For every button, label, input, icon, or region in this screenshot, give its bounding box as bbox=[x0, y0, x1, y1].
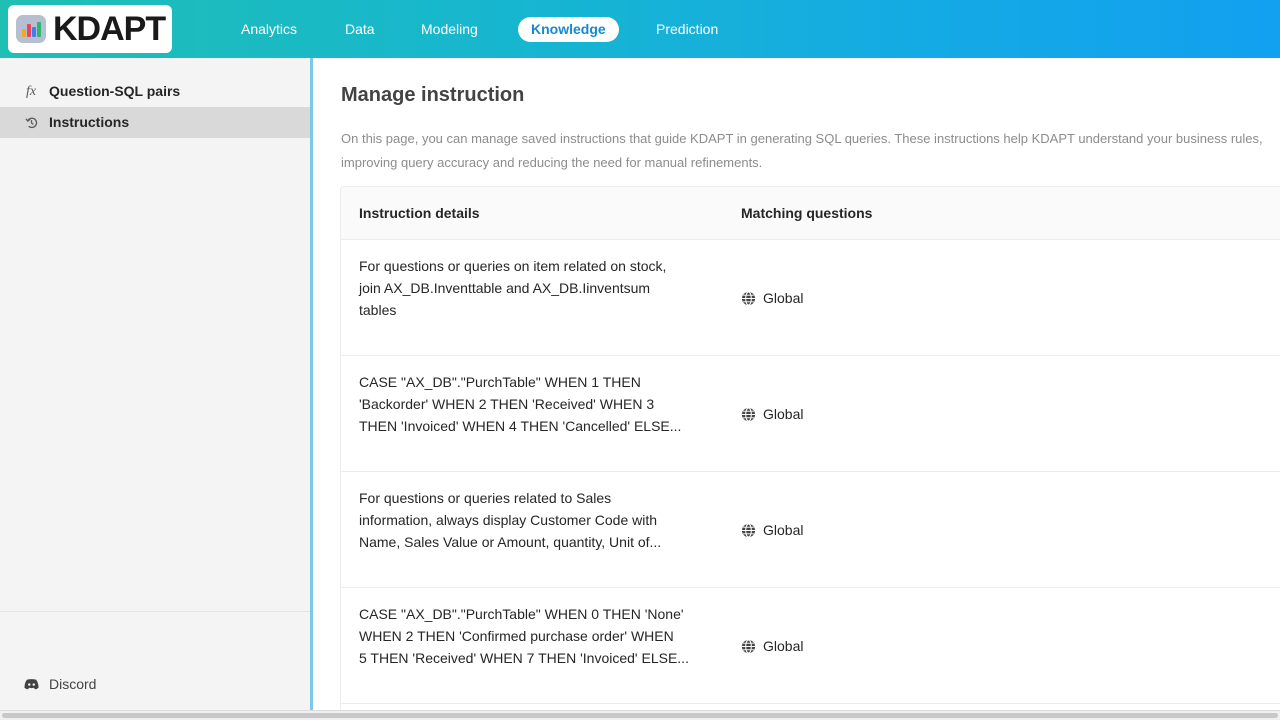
instruction-line: Name, Sales Value or Amount, quantity, U… bbox=[359, 534, 662, 550]
instructions-icon bbox=[23, 107, 39, 138]
main-content: Manage instruction On this page, you can… bbox=[313, 58, 1280, 710]
table-row[interactable]: For questions or queries related to Sale… bbox=[341, 472, 1280, 588]
matching-questions-cell: Global bbox=[741, 404, 803, 424]
discord-link[interactable]: Discord bbox=[0, 670, 310, 698]
globe-icon bbox=[741, 639, 756, 654]
instruction-line: information, always display Customer Cod… bbox=[359, 512, 658, 528]
top-nav-bar: KDAPT Analytics Data Modeling Knowledge … bbox=[0, 0, 1280, 58]
globe-icon bbox=[741, 523, 756, 538]
nav-prediction[interactable]: Prediction bbox=[656, 17, 718, 42]
instruction-line: 'Backorder' WHEN 2 THEN 'Received' WHEN … bbox=[359, 396, 655, 412]
matching-questions-value: Global bbox=[763, 406, 804, 422]
sidebar-divider bbox=[0, 611, 310, 612]
sidebar-item-label: Question-SQL pairs bbox=[49, 83, 181, 99]
instruction-line: For questions or queries related to Sale… bbox=[359, 490, 612, 506]
scrollbar-thumb[interactable] bbox=[2, 713, 1278, 718]
instruction-line: THEN 'Invoiced' WHEN 4 THEN 'Cancelled' … bbox=[359, 418, 682, 434]
instructions-table: Instruction details Matching questions F… bbox=[340, 186, 1280, 710]
matching-questions-cell: Global bbox=[741, 520, 803, 540]
sidebar-item-question-sql-pairs[interactable]: fx Question-SQL pairs bbox=[0, 76, 310, 107]
instruction-line: CASE "AX_DB"."PurchTable" WHEN 1 THEN bbox=[359, 374, 641, 390]
logo-chart-icon bbox=[16, 15, 46, 43]
page-title: Manage instruction bbox=[341, 84, 525, 106]
table-row[interactable]: CASE "AX_DB"."PurchTable" WHEN 1 THEN 'B… bbox=[341, 356, 1280, 472]
instruction-details-cell: CASE "AX_DB"."PurchTable" WHEN 0 THEN 'N… bbox=[359, 603, 709, 669]
matching-questions-value: Global bbox=[763, 638, 804, 654]
instruction-line: WHEN 2 THEN 'Confirmed purchase order' W… bbox=[359, 628, 674, 644]
discord-label: Discord bbox=[49, 676, 97, 692]
logo-text: KDAPT bbox=[53, 10, 166, 48]
fx-icon: fx bbox=[25, 84, 37, 99]
matching-questions-cell: Global bbox=[741, 288, 803, 308]
nav-modeling[interactable]: Modeling bbox=[421, 17, 478, 42]
nav-knowledge[interactable]: Knowledge bbox=[518, 17, 619, 42]
sidebar-item-label: Instructions bbox=[49, 114, 130, 130]
matching-questions-value: Global bbox=[763, 522, 804, 538]
instruction-line: 5 THEN 'Received' WHEN 7 THEN 'Invoiced'… bbox=[359, 650, 689, 666]
column-header-instruction-details: Instruction details bbox=[359, 205, 480, 221]
globe-icon bbox=[741, 407, 756, 422]
discord-icon bbox=[23, 670, 39, 698]
table-row[interactable]: CASE "AX_DB"."PurchTable" WHEN 0 THEN 'N… bbox=[341, 588, 1280, 704]
column-header-matching-questions: Matching questions bbox=[741, 205, 873, 221]
nav-analytics[interactable]: Analytics bbox=[241, 17, 297, 42]
globe-icon bbox=[741, 291, 756, 306]
instruction-line: tables bbox=[359, 302, 397, 318]
horizontal-scrollbar[interactable] bbox=[0, 710, 1280, 720]
matching-questions-value: Global bbox=[763, 290, 804, 306]
instruction-details-cell: For questions or queries on item related… bbox=[359, 255, 709, 321]
table-header: Instruction details Matching questions bbox=[341, 187, 1280, 240]
instruction-line: For questions or queries on item related… bbox=[359, 258, 667, 274]
page-description: On this page, you can manage saved instr… bbox=[341, 131, 1263, 170]
instruction-line: join AX_DB.Inventtable and AX_DB.Iinvent… bbox=[359, 280, 651, 296]
app-logo[interactable]: KDAPT bbox=[8, 5, 172, 53]
matching-questions-cell: Global bbox=[741, 636, 803, 656]
nav-data[interactable]: Data bbox=[345, 17, 375, 42]
sidebar-item-instructions[interactable]: Instructions bbox=[0, 107, 310, 138]
instruction-line: CASE "AX_DB"."PurchTable" WHEN 0 THEN 'N… bbox=[359, 606, 684, 622]
sidebar: fx Question-SQL pairs Instructions Disco… bbox=[0, 58, 310, 710]
instruction-details-cell: CASE "AX_DB"."PurchTable" WHEN 1 THEN 'B… bbox=[359, 371, 709, 437]
table-row[interactable]: For questions or queries on item related… bbox=[341, 240, 1280, 356]
instruction-details-cell: For questions or queries related to Sale… bbox=[359, 487, 709, 553]
